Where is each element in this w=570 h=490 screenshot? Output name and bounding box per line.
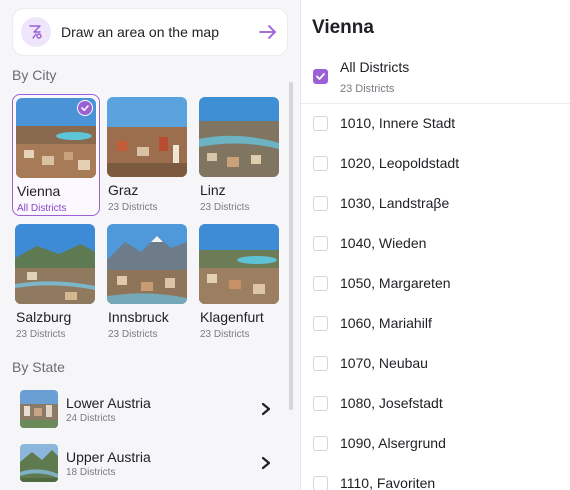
city-district-count: 23 Districts	[108, 202, 158, 213]
district-row[interactable]: 1050, Margareten	[301, 264, 570, 304]
district-label: 1020, Leopoldstadt	[340, 155, 460, 171]
state-item-upper-austria[interactable]: Upper Austria 18 Districts	[12, 440, 282, 486]
state-photo	[20, 390, 58, 428]
district-checkbox[interactable]	[313, 276, 328, 291]
district-label: 1050, Margareten	[340, 275, 451, 291]
draw-area-label: Draw an area on the map	[61, 24, 219, 40]
state-name: Upper Austria	[66, 448, 151, 465]
all-districts-checkbox[interactable]	[313, 69, 328, 84]
district-panel: Vienna All Districts 23 Districts 1010, …	[301, 0, 570, 490]
district-checkbox[interactable]	[313, 116, 328, 131]
city-name: Innsbruck	[108, 309, 169, 325]
district-row[interactable]: 1030, Landstraβe	[301, 184, 570, 224]
state-name: Lower Austria	[66, 394, 151, 411]
district-checkbox[interactable]	[313, 236, 328, 251]
city-name: Graz	[108, 182, 139, 198]
draw-area-icon	[21, 17, 51, 47]
district-row[interactable]: 1060, Mariahilf	[301, 304, 570, 344]
city-district-count: 23 Districts	[16, 329, 66, 340]
district-checkbox[interactable]	[313, 196, 328, 211]
district-checkbox[interactable]	[313, 316, 328, 331]
district-row[interactable]: 1020, Leopoldstadt	[301, 144, 570, 184]
state-district-count: 24 Districts	[66, 412, 116, 424]
district-label: 1070, Neubau	[340, 355, 428, 371]
by-city-heading: By City	[12, 67, 57, 83]
district-row[interactable]: 1040, Wieden	[301, 224, 570, 264]
city-card-graz[interactable]: Graz 23 Districts	[104, 94, 192, 216]
city-card-salzburg[interactable]: Salzburg 23 Districts	[12, 221, 100, 343]
district-row[interactable]: 1010, Innere Stadt	[301, 104, 570, 144]
city-card-vienna[interactable]: Vienna All Districts	[12, 94, 100, 216]
city-card-klagenfurt[interactable]: Klagenfurt 23 Districts	[196, 221, 284, 343]
city-name: Linz	[200, 182, 226, 198]
all-districts-label: All Districts	[340, 59, 410, 75]
chevron-right-icon	[258, 455, 274, 471]
state-photo	[20, 444, 58, 482]
city-district-count: 23 Districts	[200, 202, 250, 213]
district-row[interactable]: 1090, Alsergrund	[301, 424, 570, 464]
district-label: 1110, Favoriten	[340, 475, 436, 490]
district-row[interactable]: 1110, Favoriten	[301, 464, 570, 490]
panel-title: Vienna	[312, 17, 374, 38]
city-name: Klagenfurt	[200, 309, 264, 325]
all-districts-row[interactable]: All Districts 23 Districts	[301, 56, 570, 104]
city-photo	[107, 224, 187, 304]
district-label: 1010, Innere Stadt	[340, 115, 456, 131]
district-label: 1060, Mariahilf	[340, 315, 432, 331]
arrow-right-icon	[257, 21, 279, 43]
state-item-lower-austria[interactable]: Lower Austria 24 Districts	[12, 386, 282, 432]
all-districts-count: 23 Districts	[340, 83, 395, 95]
district-label: 1030, Landstraβe	[340, 195, 450, 211]
district-checkbox[interactable]	[313, 436, 328, 451]
district-checkbox[interactable]	[313, 156, 328, 171]
district-checkbox[interactable]	[313, 476, 328, 490]
city-photo	[15, 224, 95, 304]
city-photo	[107, 97, 187, 177]
district-label: 1090, Alsergrund	[340, 435, 446, 451]
sidebar-scrollbar[interactable]	[289, 82, 293, 410]
city-district-count: 23 Districts	[108, 329, 158, 340]
selected-check-icon	[77, 100, 93, 116]
city-district-count: 23 Districts	[200, 329, 250, 340]
city-name: Vienna	[17, 183, 61, 199]
city-photo	[199, 224, 279, 304]
district-checkbox[interactable]	[313, 356, 328, 371]
chevron-right-icon	[258, 401, 274, 417]
city-name: Salzburg	[16, 309, 72, 325]
location-sidebar: Draw an area on the map By City Vienna A…	[0, 0, 300, 490]
city-card-linz[interactable]: Linz 23 Districts	[196, 94, 284, 216]
city-district-count: All Districts	[17, 203, 67, 214]
draw-area-button[interactable]: Draw an area on the map	[12, 8, 288, 56]
district-label: 1080, Josefstadt	[340, 395, 443, 411]
state-district-count: 18 Districts	[66, 466, 116, 478]
district-row[interactable]: 1070, Neubau	[301, 344, 570, 384]
district-checkbox[interactable]	[313, 396, 328, 411]
city-photo	[199, 97, 279, 177]
district-row[interactable]: 1080, Josefstadt	[301, 384, 570, 424]
city-card-innsbruck[interactable]: Innsbruck 23 Districts	[104, 221, 192, 343]
district-label: 1040, Wieden	[340, 235, 427, 251]
by-state-heading: By State	[12, 359, 65, 375]
